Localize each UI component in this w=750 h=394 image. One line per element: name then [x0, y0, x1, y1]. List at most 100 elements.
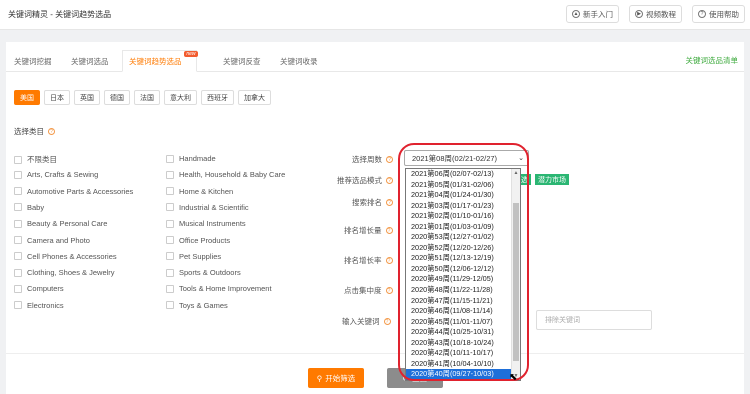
category-item[interactable]: Clothing, Shoes & Jewelry [14, 268, 115, 277]
mode-label: 推荐选品模式? [337, 175, 393, 186]
week-option[interactable]: 2021第02周(01/10-01/16) [406, 211, 512, 222]
tab-keyword-selection[interactable]: 关键词选品 [65, 50, 115, 72]
category-item[interactable]: Baby [14, 203, 44, 212]
category-item[interactable]: Beauty & Personal Care [14, 219, 107, 228]
country-uk[interactable]: 英国 [74, 90, 100, 105]
checkbox[interactable] [166, 268, 174, 277]
checkbox[interactable] [166, 203, 174, 212]
category-item[interactable]: Handmade [166, 154, 216, 163]
help-icon[interactable]: ? [386, 156, 393, 163]
week-option[interactable]: 2021第03周(01/17-01/23) [406, 201, 512, 212]
country-us[interactable]: 美国 [14, 90, 40, 105]
checkbox[interactable] [14, 170, 22, 179]
country-ca[interactable]: 加拿大 [238, 90, 271, 105]
week-option[interactable]: 2020第48周(11/22-11/28) [406, 285, 512, 296]
week-option[interactable]: 2020第53周(12/27-01/02) [406, 232, 512, 243]
week-option[interactable]: 2020第47周(11/15-11/21) [406, 296, 512, 307]
beginner-guide-button[interactable]: ▲ 新手入门 [566, 5, 619, 23]
checkbox[interactable] [14, 219, 22, 228]
help-button[interactable]: ? 使用帮助 [692, 5, 745, 23]
checkbox[interactable] [166, 284, 174, 293]
category-item[interactable]: Musical Instruments [166, 219, 246, 228]
week-option[interactable]: 2021第01周(01/03-01/09) [406, 222, 512, 233]
help-icon[interactable]: ? [385, 287, 393, 294]
category-item[interactable]: Electronics [14, 301, 64, 310]
checkbox[interactable] [14, 236, 22, 244]
country-jp[interactable]: 日本 [44, 90, 70, 105]
week-option[interactable]: 2021第05周(01/31-02/06) [406, 180, 512, 191]
category-item[interactable]: Health, Household & Baby Care [166, 170, 285, 179]
checkbox[interactable] [14, 268, 22, 277]
week-option[interactable]: 2020第42周(10/11-10/17) [406, 348, 512, 359]
category-item[interactable]: Home & Kitchen [166, 187, 233, 196]
checkbox[interactable] [166, 187, 174, 196]
week-option[interactable]: 2020第41周(10/04-10/10) [406, 359, 512, 370]
tab-keyword-trend[interactable]: 关键词趋势选品 new [122, 50, 198, 72]
mode-tag[interactable]: 潜力市场 [535, 174, 569, 185]
week-option[interactable]: 2021第04周(01/24-01/30) [406, 190, 512, 201]
category-item[interactable]: Industrial & Scientific [166, 203, 249, 212]
checkbox[interactable] [166, 252, 174, 261]
week-select[interactable]: 2021第08周(02/21-02/27) ⌄ [404, 150, 529, 166]
country-de[interactable]: 德国 [104, 90, 130, 105]
category-title-label: 选择类目 [14, 127, 44, 136]
checkbox[interactable] [166, 219, 174, 228]
category-item[interactable]: Tools & Home Improvement [166, 284, 272, 293]
country-fr[interactable]: 法国 [134, 90, 160, 105]
chevron-down-icon: ⌄ [518, 155, 524, 162]
category-item[interactable]: Cell Phones & Accessories [14, 252, 117, 261]
selection-list-link[interactable]: 关键词选品清单 [686, 55, 739, 66]
category-label: 不限类目 [27, 155, 57, 164]
video-tutorial-button[interactable]: ▶ 视频教程 [629, 5, 682, 23]
help-icon[interactable]: ? [48, 128, 55, 135]
checkbox[interactable] [14, 187, 22, 196]
category-item[interactable]: Pet Supplies [166, 252, 221, 261]
tab-keyword-mining[interactable]: 关键词挖掘 [8, 50, 58, 72]
week-dropdown-list[interactable]: 2021第06周(02/07-02/13) 2021第05周(01/31-02/0… [405, 168, 521, 381]
category-item[interactable]: Computers [14, 284, 64, 293]
category-item[interactable]: Arts, Crafts & Sewing [14, 170, 98, 179]
scroll-up-icon[interactable]: ▲ [512, 169, 520, 177]
category-item[interactable]: Office Products [166, 236, 230, 245]
tab-keyword-index[interactable]: 关键词收录 [274, 50, 324, 72]
filter-label: 输入关键词 [342, 317, 380, 326]
category-item[interactable]: 不限类目 [14, 154, 57, 165]
week-option[interactable]: 2020第40周(09/27-10/03) [406, 369, 512, 380]
checkbox[interactable] [166, 170, 174, 179]
week-option[interactable]: 2020第51周(12/13-12/19) [406, 253, 512, 264]
scrollbar[interactable]: ▲ ▼ [511, 169, 520, 380]
checkbox[interactable] [14, 203, 22, 212]
week-option[interactable]: 2020第44周(10/25-10/31) [406, 327, 512, 338]
rank-growth-rate-label: 排名增长率? [344, 255, 393, 266]
checkbox[interactable] [14, 252, 22, 261]
week-option[interactable]: 2020第50周(12/06-12/12) [406, 264, 512, 275]
help-icon[interactable]: ? [385, 257, 393, 264]
week-option[interactable]: 2020第49周(11/29-12/05) [406, 274, 512, 285]
scroll-thumb[interactable] [513, 203, 519, 361]
week-option[interactable]: 2021第06周(02/07-02/13) [406, 169, 512, 180]
tab-keyword-reverse[interactable]: 关键词反查 [217, 50, 267, 72]
country-it[interactable]: 意大利 [164, 90, 197, 105]
exclude-keyword-input[interactable]: 排除关键词 [536, 310, 652, 330]
start-filter-button[interactable]: ⚲ 开始筛选 [308, 368, 364, 388]
category-item[interactable]: Camera and Photo [14, 236, 90, 245]
help-icon[interactable]: ? [386, 177, 393, 184]
checkbox[interactable] [14, 284, 22, 293]
week-option[interactable]: 2020第43周(10/18-10/24) [406, 338, 512, 349]
checkbox[interactable] [166, 154, 174, 163]
week-option[interactable]: 2020第52周(12/20-12/26) [406, 243, 512, 254]
checkbox[interactable] [14, 155, 22, 164]
checkbox[interactable] [14, 301, 22, 310]
week-option[interactable]: 2020第45周(11/01-11/07) [406, 317, 512, 328]
checkbox[interactable] [166, 236, 174, 244]
help-icon[interactable]: ? [386, 199, 393, 206]
checkbox[interactable] [166, 301, 174, 310]
category-title: 选择类目 ? [14, 126, 55, 137]
week-option[interactable]: 2020第46周(11/08-11/14) [406, 306, 512, 317]
category-item[interactable]: Sports & Outdoors [166, 268, 241, 277]
category-item[interactable]: Toys & Games [166, 301, 228, 310]
category-item[interactable]: Automotive Parts & Accessories [14, 187, 133, 196]
help-icon[interactable]: ? [385, 227, 393, 234]
country-es[interactable]: 西班牙 [201, 90, 234, 105]
help-icon[interactable]: ? [383, 318, 391, 325]
